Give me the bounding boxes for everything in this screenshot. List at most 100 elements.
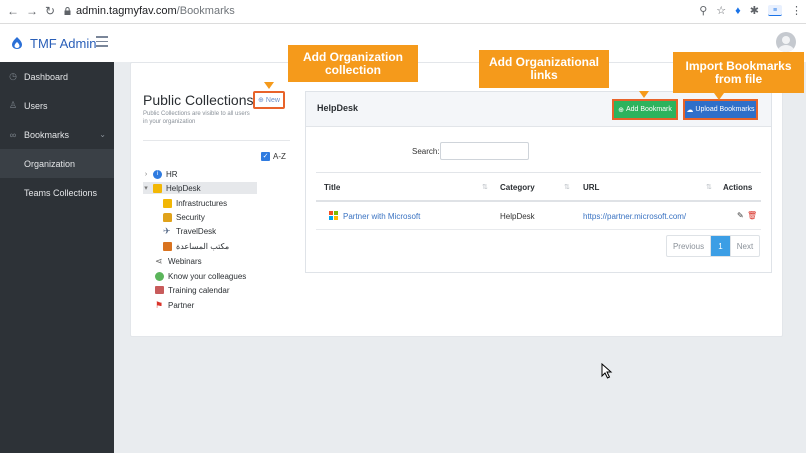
link-icon: ∞ [9,129,17,140]
reload-icon[interactable]: ↻ [45,4,55,18]
column-header-category[interactable]: Category [500,183,535,192]
trash-icon[interactable]: 🗑 [747,211,757,220]
tree-node-training-calendar[interactable]: Training calendar [155,284,230,296]
sidebar-item-organization[interactable]: Organization [0,149,114,178]
next-page-button[interactable]: Next [730,236,759,256]
sidebar-item-label: Bookmarks [24,129,70,140]
brand-title: TMF Admin [30,35,97,51]
forward-icon[interactable]: → [26,4,38,18]
tree-node-label: Know your colleagues [168,271,247,281]
plane-icon: ✈ [163,225,171,236]
zoom-icon[interactable]: ⚲ [699,4,707,17]
tree-node-arabic-helpdesk[interactable]: مكتب المساعدة [163,240,229,252]
add-bookmark-label: Add Bookmark [625,106,672,113]
browser-actions: ⚲ ☆ ♦ ✱ ≡ ⋮ [699,4,802,18]
edit-icon[interactable]: ✎ [737,211,744,220]
table-row: Partner with Microsoft HelpDesk https://… [316,202,761,230]
sidebar-item-users[interactable]: ♙ Users [0,91,114,120]
tree-node-label: Infrastructures [176,198,228,208]
divider [143,140,290,141]
page-title: Public Collections [143,92,254,108]
panel-header: HelpDesk ⊕ Add Bookmark ☁ Upload Bookmar… [306,92,771,127]
sidebar: ◷ Dashboard ♙ Users ∞ Bookmarks ⌄ Organi… [0,62,114,453]
current-page-button[interactable]: 1 [711,236,730,256]
menu-dots-icon[interactable]: ⋮ [791,4,802,17]
checkbox-checked-icon: ✓ [261,152,270,161]
plus-circle-icon: ⊕ [618,106,624,114]
bookmark-category: HelpDesk [500,212,535,221]
tree-node-security[interactable]: Security [163,211,205,223]
sort-icon[interactable]: ⇅ [564,183,570,191]
sidebar-item-label: Users [24,100,48,111]
mouse-cursor-icon [601,363,613,379]
caret-down-icon[interactable]: ▾ [143,184,149,192]
back-icon[interactable]: ← [7,4,19,18]
sidebar-item-teams-collections[interactable]: Teams Collections [0,178,114,207]
sort-az-checkbox[interactable]: ✓ A-Z [261,152,286,161]
avatar[interactable] [776,32,796,52]
upload-bookmarks-label: Upload Bookmarks [695,106,755,113]
helpdesk-panel: HelpDesk ⊕ Add Bookmark ☁ Upload Bookmar… [305,91,772,273]
star-icon[interactable]: ☆ [716,4,726,17]
user-icon: ♙ [8,100,18,110]
tree-node-traveldesk[interactable]: ✈ TravelDesk [163,225,216,237]
column-header-url[interactable]: URL [583,183,599,192]
url-path: /Bookmarks [176,5,235,17]
callout-arrow [264,82,274,89]
new-collection-label: New [265,96,280,104]
sidebar-item-label: Organization [24,158,76,169]
tree-node-know-your-colleagues[interactable]: Know your colleagues [155,270,246,282]
callout-arrow [714,93,724,100]
address-bar[interactable]: admin.tagmyfav.com/Bookmarks [76,5,235,17]
bookmark-url-link[interactable]: https://partner.microsoft.com/ [583,212,686,221]
tree-node-infrastructures[interactable]: Infrastructures [163,197,227,209]
chevron-down-icon: ⌄ [99,130,106,139]
url-host: admin.tagmyfav.com [76,5,177,17]
sidebar-item-dashboard[interactable]: ◷ Dashboard [0,62,114,91]
extension-badge-icon[interactable]: ≡ [768,5,782,16]
callout-add-organizational-links: Add Organizational links [479,50,609,88]
new-collection-button[interactable]: ⊕ New [253,91,285,109]
plus-circle-icon: ⊕ [258,97,264,104]
tree-node-label: TravelDesk [176,226,217,236]
upload-bookmarks-button[interactable]: ☁ Upload Bookmarks [683,99,758,120]
table-header: Title ⇅ Category ⇅ URL ⇅ Actions [316,172,761,202]
callout-import-bookmarks: Import Bookmarks from file [673,52,804,93]
lock-icon [64,7,71,15]
pagination: Previous 1 Next [666,235,760,257]
tree-node-label: HR [166,169,178,179]
sort-icon[interactable]: ⇅ [706,183,712,191]
hamburger-menu-icon[interactable] [96,36,108,48]
folder-icon [153,183,162,193]
tree-node-hr[interactable]: › i HR [143,168,178,180]
callout-add-organization-collection: Add Organization collection [288,45,418,82]
sort-icon[interactable]: ⇅ [482,183,488,191]
previous-page-button[interactable]: Previous [667,236,711,256]
tree-node-helpdesk[interactable]: ▾ HelpDesk [143,182,257,194]
tree-node-label: Partner [168,300,195,310]
search-label: Search: [412,147,440,156]
clock-icon: ◷ [9,71,17,81]
bookmark-title-link[interactable]: Partner with Microsoft [343,212,420,221]
lock-icon [163,212,172,222]
search-input[interactable] [440,142,529,160]
sidebar-item-label: Teams Collections [24,187,98,198]
tree-node-label: Security [176,212,205,222]
chevron-right-icon[interactable]: › [143,171,149,178]
chat-icon [155,271,164,281]
tree-node-label: Training calendar [168,285,230,295]
column-header-actions: Actions [723,183,753,192]
extension-drop-icon[interactable]: ♦ [735,5,741,17]
microsoft-logo-icon [329,211,339,221]
panel-title: HelpDesk [317,103,359,113]
puzzle-icon[interactable]: ✱ [750,4,759,17]
sidebar-item-bookmarks[interactable]: ∞ Bookmarks ⌄ [0,120,114,149]
tree-node-partner[interactable]: ⚑ Partner [155,299,194,311]
tree-node-label: Webinars [168,256,202,266]
calendar-icon [155,286,164,294]
column-header-title[interactable]: Title [324,183,340,192]
browser-toolbar: ← → ↻ admin.tagmyfav.com/Bookmarks ⚲ ☆ ♦… [0,0,806,24]
tree-node-webinars[interactable]: ⋖ Webinars [155,255,202,267]
add-bookmark-button[interactable]: ⊕ Add Bookmark [612,99,678,120]
logo-icon [12,37,22,49]
